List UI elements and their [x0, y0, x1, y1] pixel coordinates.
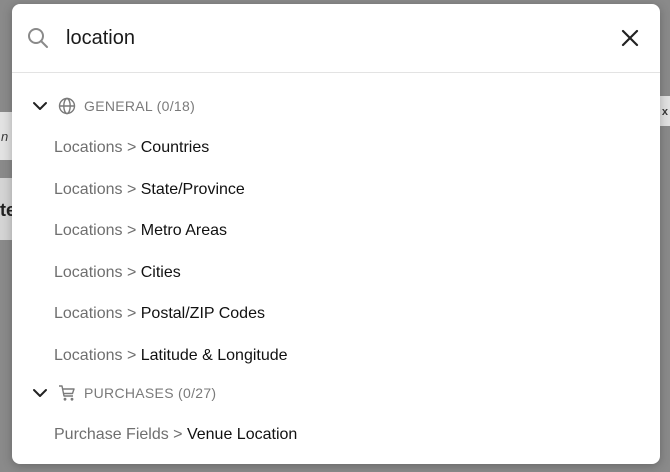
list-item[interactable]: Locations > Cities	[54, 259, 181, 287]
background-text: n	[1, 129, 9, 144]
list-item[interactable]: Locations > Latitude & Longitude	[54, 342, 288, 370]
search-input[interactable]	[64, 22, 588, 54]
globe-icon	[58, 97, 76, 115]
chevron-down-icon	[33, 389, 47, 397]
cart-icon	[59, 385, 75, 401]
search-modal: GENERAL (0/18) Locations > Countries Loc…	[12, 4, 660, 464]
close-icon[interactable]	[618, 26, 642, 50]
group-header-general[interactable]: GENERAL (0/18)	[12, 92, 195, 120]
chevron-down-icon	[33, 102, 47, 110]
list-item[interactable]: Locations > Postal/ZIP Codes	[54, 300, 265, 328]
background-text: x	[661, 106, 668, 118]
search-bar	[12, 4, 660, 73]
group-label: GENERAL (0/18)	[84, 98, 196, 114]
list-item[interactable]: Locations > Metro Areas	[54, 217, 227, 245]
list-item[interactable]: Purchase Fields > Venue Location	[54, 421, 297, 449]
list-item[interactable]: Locations > Countries	[54, 134, 209, 162]
group-label: PURCHASES (0/27)	[84, 385, 217, 401]
search-icon	[28, 28, 48, 48]
group-header-purchases[interactable]: PURCHASES (0/27)	[12, 379, 216, 407]
list-item[interactable]: Locations > State/Province	[54, 176, 245, 204]
